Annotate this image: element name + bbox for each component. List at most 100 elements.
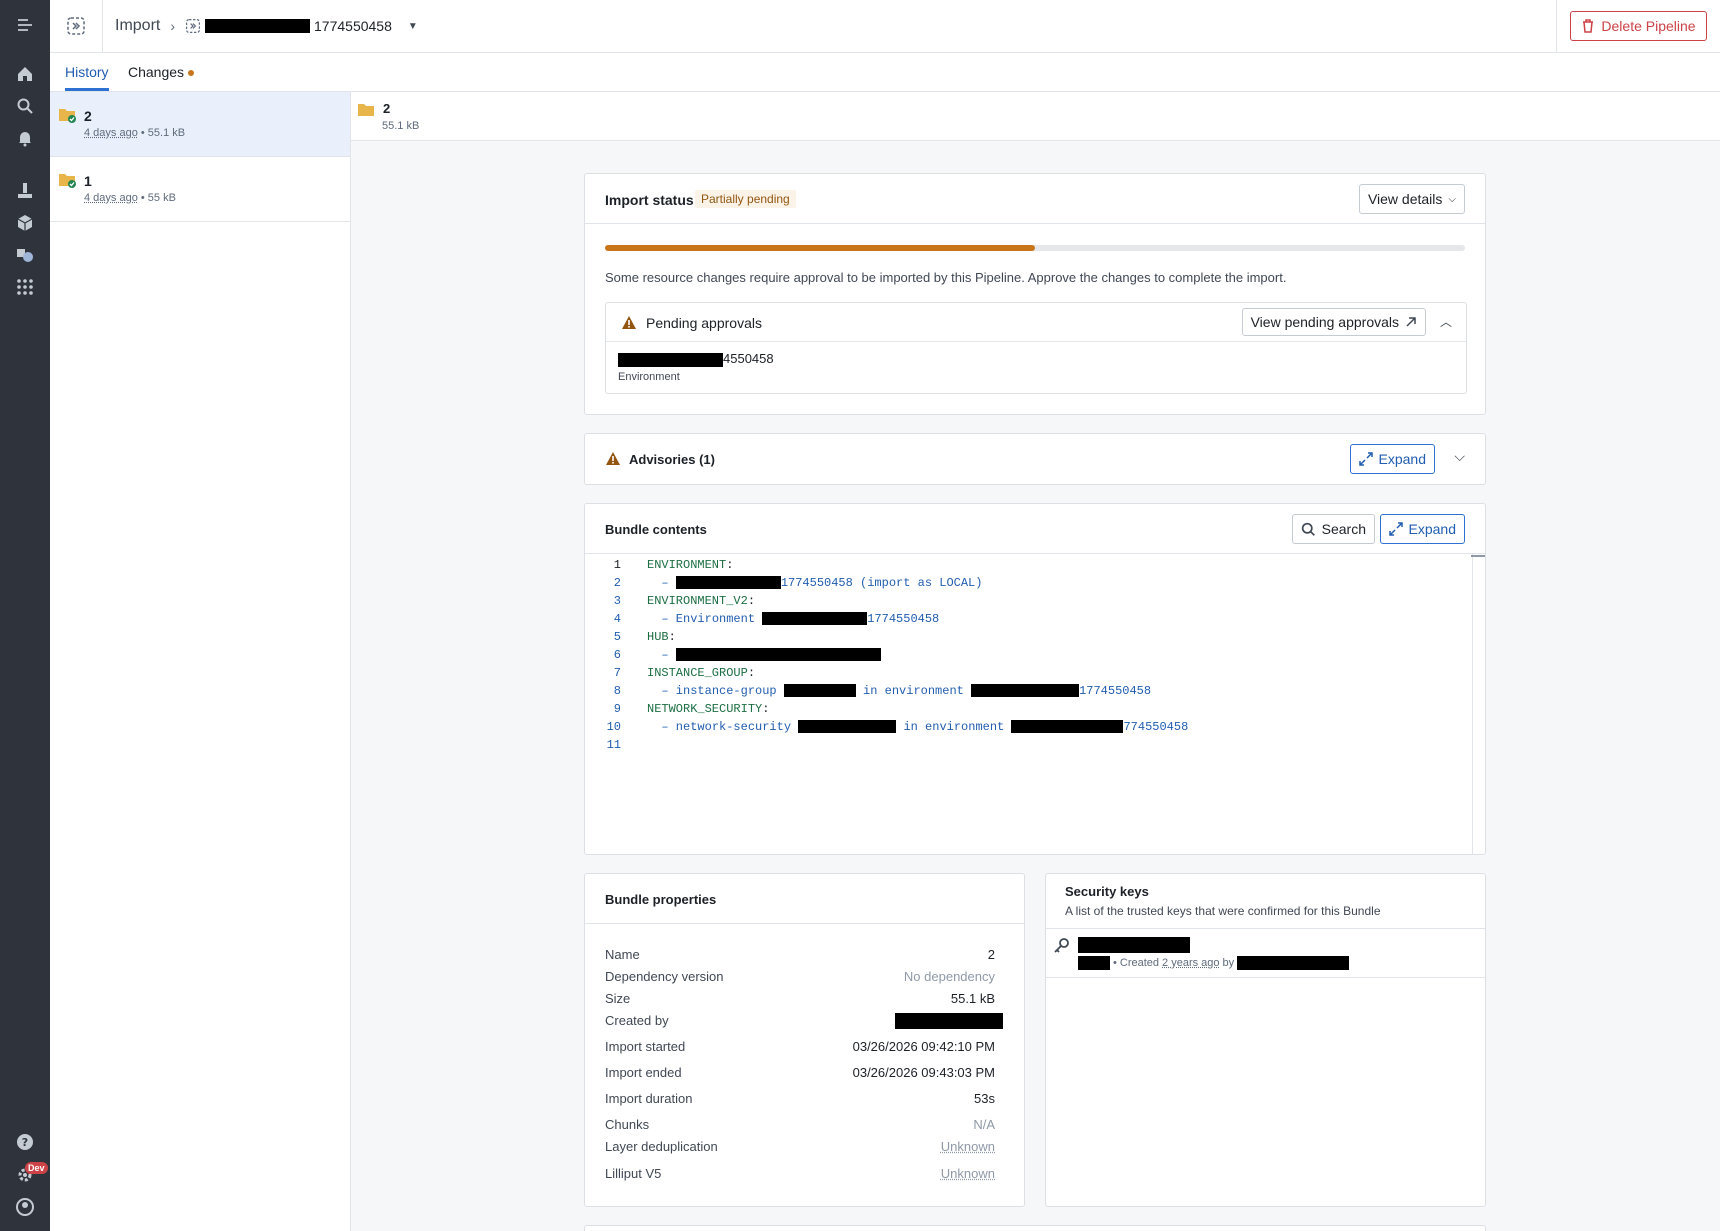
notification-bell-icon[interactable] — [14, 127, 36, 149]
pending-approvals-title: Pending approvals — [646, 315, 762, 331]
selected-bundle-size: 55.1 kB — [382, 120, 419, 132]
bundle-code-editor[interactable]: 1 ENVIRONMENT: 2 – 1774550458 (import as… — [585, 554, 1473, 854]
pending-item-type: Environment — [618, 371, 680, 383]
tab-bar: History Changes — [50, 53, 1720, 92]
property-row: Layer deduplication Unknown — [605, 1139, 1005, 1154]
line-number: 4 — [585, 612, 621, 626]
property-row: Name 2 — [605, 947, 1005, 962]
bundle-expand-button[interactable]: Expand — [1380, 514, 1465, 544]
folder-check-icon — [58, 106, 78, 124]
pending-item-name: 4550458 — [618, 351, 774, 367]
history-item[interactable]: 1 4 days ago • 55 kB — [50, 157, 350, 222]
pipeline-name: 1774550458 — [314, 18, 392, 34]
menu-icon[interactable] — [14, 14, 36, 36]
svg-text:?: ? — [22, 1136, 28, 1149]
code-line: ENVIRONMENT_V2: — [647, 594, 755, 608]
warning-icon — [621, 315, 637, 330]
bundle-contents-title: Bundle contents — [605, 522, 707, 537]
advisories-expand-button[interactable]: Expand — [1350, 444, 1435, 474]
code-line: – network-security in environment 774550… — [647, 720, 1188, 734]
tab-changes[interactable]: Changes — [128, 53, 194, 91]
shapes-icon[interactable] — [14, 244, 36, 266]
property-row: Dependency version No dependency — [605, 969, 1005, 984]
chevron-up-icon[interactable]: ︿ — [1440, 313, 1452, 330]
bundle-contents-card: Bundle contents Search Expand 1 ENVIRONM… — [584, 503, 1486, 855]
line-number: 9 — [585, 702, 621, 716]
history-item[interactable]: 2 4 days ago • 55.1 kB — [50, 92, 350, 157]
maximize-icon — [1359, 452, 1373, 466]
property-row: Import started 03/26/2026 09:42:10 PM — [605, 1039, 1005, 1054]
line-number: 2 — [585, 576, 621, 590]
breadcrumb-import-link[interactable]: Import — [115, 17, 160, 35]
trash-icon — [1581, 19, 1595, 33]
history-list: 2 4 days ago • 55.1 kB 1 4 days ago • 55… — [50, 92, 351, 1231]
view-details-button[interactable]: View details ⌵ — [1359, 184, 1465, 214]
header-actions: Delete Pipeline — [1556, 0, 1720, 52]
code-line: – 1774550458 (import as LOCAL) — [647, 576, 982, 590]
external-link-icon — [1405, 316, 1417, 328]
line-number: 5 — [585, 630, 621, 644]
status-badge: Partially pending — [695, 190, 796, 208]
security-keys-title: Security keys — [1065, 884, 1149, 899]
code-line: – instance-group in environment 17745504… — [647, 684, 1151, 698]
code-line: INSTANCE_GROUP: — [647, 666, 755, 680]
user-account-icon[interactable] — [14, 1196, 36, 1218]
advisories-title: Advisories (1) — [629, 452, 715, 467]
security-keys-card: Security keys A list of the trusted keys… — [1045, 873, 1486, 1207]
line-number: 7 — [585, 666, 621, 680]
pipeline-app-icon[interactable] — [50, 0, 103, 52]
apps-grid-icon[interactable] — [14, 276, 36, 298]
line-number: 11 — [585, 738, 621, 752]
chevron-down-icon: ⌵ — [1448, 194, 1456, 205]
pipeline-selector[interactable]: 1774550458 ▼ — [185, 18, 418, 34]
key-icon — [1054, 937, 1070, 953]
code-line: ENVIRONMENT: — [647, 558, 733, 572]
import-status-title: Import status — [605, 192, 694, 208]
search-icon[interactable] — [14, 95, 36, 117]
code-line: HUB: — [647, 630, 676, 644]
chevron-down-icon[interactable]: ⌵ — [1454, 448, 1465, 465]
tab-history[interactable]: History — [65, 53, 109, 91]
folder-icon — [357, 102, 375, 117]
security-key-meta: • Created 2 years ago by — [1078, 956, 1349, 970]
property-row: Size 55.1 kB — [605, 991, 1005, 1006]
view-pending-approvals-button[interactable]: View pending approvals — [1242, 308, 1426, 336]
home-icon[interactable] — [14, 63, 36, 85]
folder-check-icon — [58, 171, 78, 189]
property-row: Created by — [605, 1013, 1005, 1029]
import-status-message: Some resource changes require approval t… — [605, 270, 1286, 285]
unsaved-changes-dot — [188, 70, 194, 76]
security-keys-subtitle: A list of the trusted keys that were con… — [1065, 904, 1381, 918]
line-number: 3 — [585, 594, 621, 608]
bundle-properties-card: Bundle properties Name 2 Dependency versi… — [584, 873, 1025, 1207]
line-number: 10 — [585, 720, 621, 734]
code-line: – — [647, 648, 881, 662]
chevron-right-icon: › — [170, 18, 175, 34]
bundle-properties-title: Bundle properties — [605, 892, 716, 907]
left-navigation-rail: ? Dev — [0, 0, 50, 1231]
delete-pipeline-button[interactable]: Delete Pipeline — [1570, 11, 1706, 41]
line-number: 6 — [585, 648, 621, 662]
cube-icon[interactable] — [14, 212, 36, 234]
search-icon — [1301, 522, 1316, 537]
property-row: Import duration 53s — [605, 1091, 1005, 1106]
redacted-text — [205, 19, 310, 33]
line-number: 1 — [585, 558, 621, 572]
help-icon[interactable]: ? — [14, 1131, 36, 1153]
pipeline-icon — [185, 18, 201, 34]
created-by-user — [895, 1013, 1003, 1029]
import-progress-bar — [605, 245, 1465, 251]
bundle-search-button[interactable]: Search — [1292, 514, 1375, 544]
code-line: – Environment 1774550458 — [647, 612, 939, 626]
property-row: Import ended 03/26/2026 09:43:03 PM — [605, 1065, 1005, 1080]
breadcrumb: Import › 1774550458 ▼ — [115, 17, 418, 35]
property-row: Lilliput V5 Unknown — [605, 1166, 1005, 1181]
advisories-card: Advisories (1) Expand ⌵ — [584, 433, 1486, 485]
upload-icon[interactable] — [14, 180, 36, 202]
dev-badge: Dev — [25, 1162, 48, 1174]
selected-bundle-title: 2 — [383, 101, 390, 116]
code-line: NETWORK_SECURITY: — [647, 702, 769, 716]
security-key-name — [1078, 937, 1190, 953]
selected-bundle-header: 2 55.1 kB — [351, 92, 1720, 141]
pending-approvals-panel: Pending approvals View pending approvals… — [605, 302, 1467, 394]
